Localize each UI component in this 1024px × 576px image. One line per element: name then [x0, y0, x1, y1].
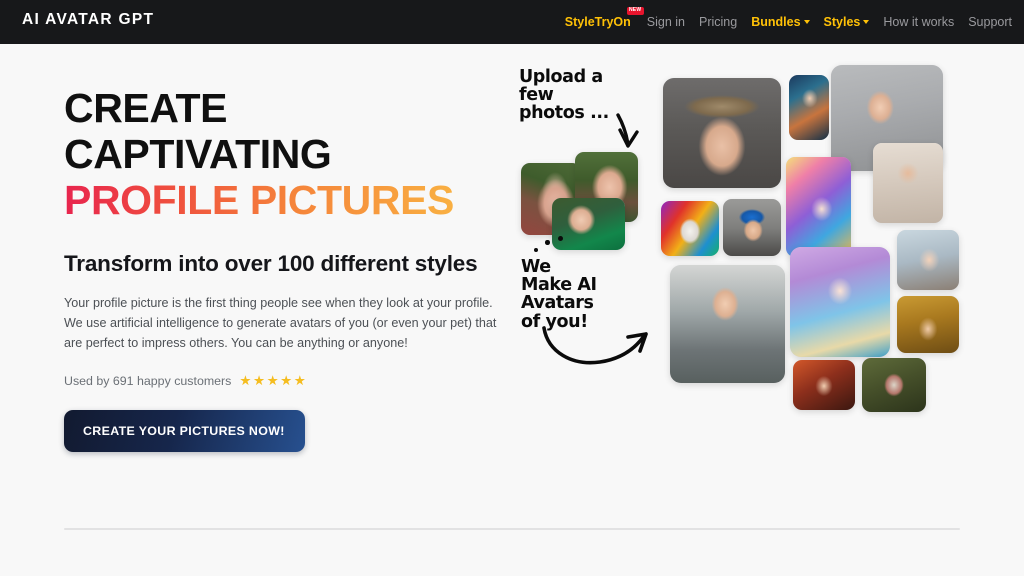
avatar-golden-crown-image: [897, 296, 959, 353]
avatar-pastel-beach-image: [790, 247, 890, 357]
avatar-lingerie-bun: [873, 143, 943, 223]
avatar-pearl-earring: [723, 199, 781, 256]
hero-image-collage: Upload a few photos ... We Make AI Avata…: [0, 0, 1024, 576]
avatar-viking-crown-image: [663, 78, 781, 188]
avatar-clown-image: [661, 201, 719, 256]
avatar-cyberpunk-image: [789, 75, 829, 140]
source-photo-3: [552, 198, 625, 250]
source-photo-3-image: [552, 198, 625, 250]
avatar-sunglasses: [897, 230, 959, 290]
avatar-watercolor-image: [786, 157, 851, 257]
annotation-upload-photos: Upload a few photos ...: [519, 67, 609, 124]
avatar-fire-hood-image: [793, 360, 855, 410]
avatar-fire-hood: [793, 360, 855, 410]
annotation-we-make-avatars: We Make AI Avatars of you!: [521, 257, 597, 332]
annotation-dot-1: [534, 248, 538, 252]
avatar-lingerie-bun-image: [873, 143, 943, 223]
avatar-zombie-image: [862, 358, 926, 412]
avatar-business-image: [670, 265, 785, 383]
avatar-pearl-earring-image: [723, 199, 781, 256]
avatar-cyberpunk: [789, 75, 829, 140]
section-divider: [64, 528, 960, 530]
avatar-viking-crown: [663, 78, 781, 188]
avatar-pastel-beach: [790, 247, 890, 357]
avatar-business: [670, 265, 785, 383]
avatar-zombie: [862, 358, 926, 412]
avatar-watercolor: [786, 157, 851, 257]
avatar-golden-crown: [897, 296, 959, 353]
annotation-dot-2: [545, 240, 550, 245]
avatar-sunglasses-image: [897, 230, 959, 290]
annotation-dot-3: [558, 236, 563, 241]
avatar-clown: [661, 201, 719, 256]
